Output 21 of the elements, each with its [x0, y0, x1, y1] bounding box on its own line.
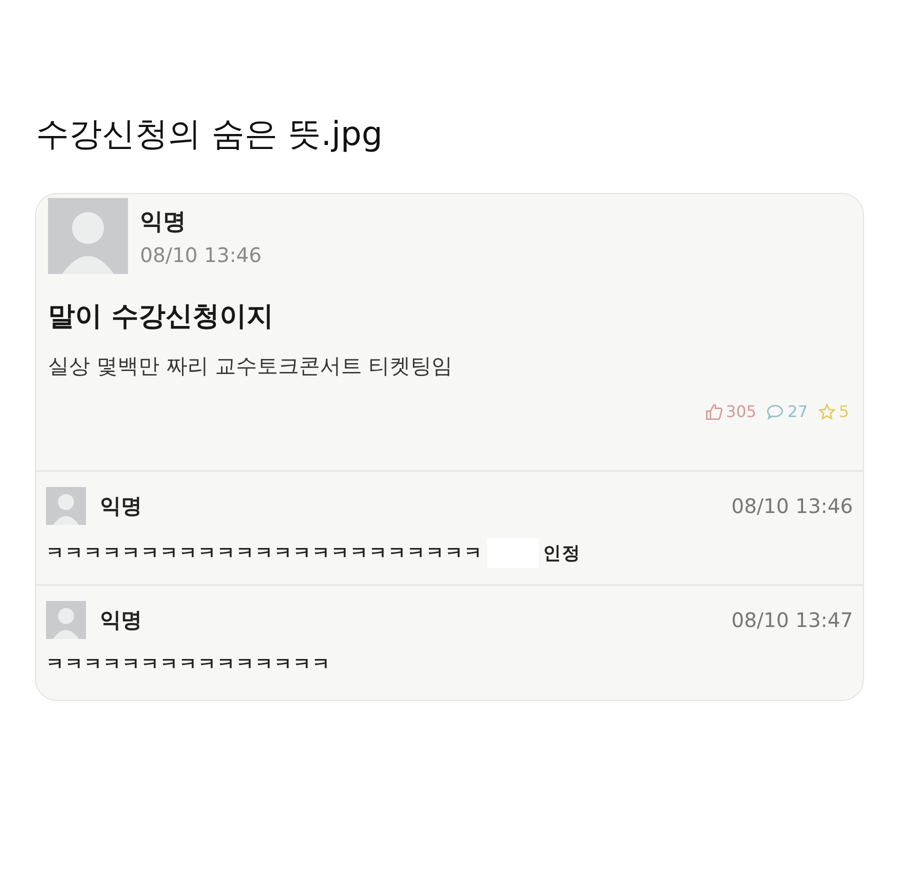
comment-time: 08/10 13:47: [731, 608, 853, 632]
comment-text: ㅋㅋㅋㅋㅋㅋㅋㅋㅋㅋㅋㅋㅋㅋㅋ: [46, 653, 331, 676]
commenter-name: 익명: [100, 607, 142, 634]
commenter-name: 익명: [100, 493, 142, 520]
counter-value: 5: [838, 402, 849, 421]
avatar-icon: [48, 198, 128, 274]
avatar-icon: [46, 600, 86, 640]
post-caption: 수강신청의 숨은 뜻.jpg: [36, 113, 384, 155]
counter-value: 305: [726, 402, 756, 421]
post-title: 말이 수강신청이지: [48, 300, 274, 334]
star-icon[interactable]: [818, 402, 836, 420]
speech-bubble-icon[interactable]: [766, 402, 784, 420]
post-body: 실상 몇백만 짜리 교수토크콘서트 티켓팅임: [48, 353, 454, 380]
thumbs-up-icon[interactable]: [704, 402, 723, 420]
avatar-icon: [46, 486, 86, 526]
comment-text: ㅋㅋㅋㅋㅋㅋㅋㅋㅋㅋㅋㅋㅋㅋㅋㅋㅋㅋㅋㅋㅋㅋㅋ: [46, 542, 483, 565]
counter-value: 27: [787, 402, 808, 421]
comment-time: 08/10 13:46: [731, 494, 853, 518]
post-time: 08/10 13:46: [140, 242, 262, 266]
comment-text: 인정: [543, 542, 581, 565]
author-name: 익명: [140, 208, 187, 236]
